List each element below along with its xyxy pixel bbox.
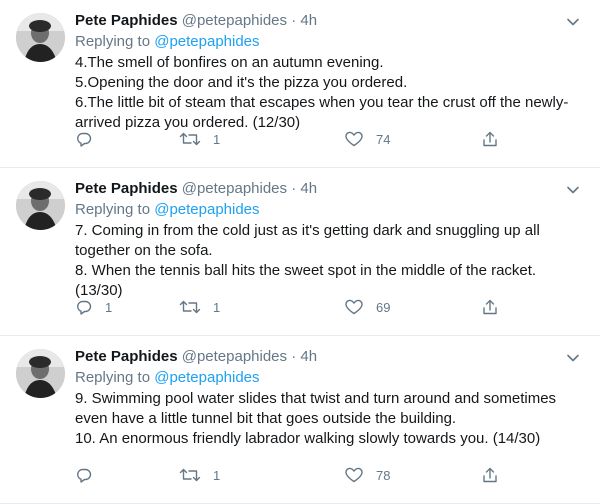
like-button[interactable]: 74 (344, 128, 390, 150)
author-handle[interactable]: @petepaphides (182, 180, 287, 197)
tweet[interactable]: Pete Paphides @petepaphides · 4h Replyin… (0, 0, 600, 168)
tweet-time[interactable]: 4h (300, 348, 317, 365)
tweet-text: 9. Swimming pool water slides that twist… (75, 389, 580, 449)
retweet-button[interactable]: 1 (179, 296, 220, 318)
chevron-down-icon[interactable] (564, 181, 582, 199)
tweet-line: 9. Swimming pool water slides that twist… (75, 390, 557, 427)
share-button[interactable] (481, 464, 499, 486)
tweet-time[interactable]: 4h (300, 12, 317, 29)
retweet-button[interactable]: 1 (179, 128, 220, 150)
tweet-line: 10. An enormous friendly labrador walkin… (75, 430, 541, 447)
avatar[interactable] (16, 181, 65, 230)
reply-icon (75, 298, 93, 316)
retweet-button[interactable]: 1 (179, 464, 220, 486)
tweet-line: 6.The little bit of steam that escapes w… (75, 94, 569, 131)
share-icon (481, 466, 499, 484)
author-name[interactable]: Pete Paphides (75, 12, 178, 29)
tweet-text: 7. Coming in from the cold just as it's … (75, 221, 580, 301)
avatar[interactable] (16, 349, 65, 398)
separator-dot: · (291, 12, 297, 29)
tweet-time[interactable]: 4h (300, 180, 317, 197)
share-icon (481, 130, 499, 148)
tweet[interactable]: Pete Paphides @petepaphides · 4h Replyin… (0, 168, 600, 336)
reply-icon (75, 466, 93, 484)
like-button[interactable]: 69 (344, 296, 390, 318)
like-count: 74 (376, 131, 391, 147)
retweet-count: 1 (213, 131, 221, 147)
tweet-line: 4.The smell of bonfires on an autumn eve… (75, 54, 384, 71)
retweet-icon (179, 466, 201, 484)
chevron-down-icon[interactable] (564, 13, 582, 31)
tweet-text: 4.The smell of bonfires on an autumn eve… (75, 53, 580, 133)
tweet[interactable]: Pete Paphides @petepaphides · 4h Replyin… (0, 336, 600, 504)
replying-to: Replying to @petepaphides (75, 200, 580, 220)
like-button[interactable]: 78 (344, 464, 390, 486)
reply-button[interactable] (75, 464, 105, 486)
replying-prefix: Replying to (75, 369, 151, 386)
like-count: 69 (376, 299, 391, 315)
retweet-icon (179, 130, 201, 148)
retweet-count: 1 (213, 467, 221, 483)
replying-to: Replying to @petepaphides (75, 32, 580, 52)
reply-icon (75, 130, 93, 148)
replying-to: Replying to @petepaphides (75, 368, 580, 388)
share-button[interactable] (481, 128, 499, 150)
heart-icon (344, 466, 364, 484)
replying-prefix: Replying to (75, 201, 151, 218)
author-handle[interactable]: @petepaphides (182, 12, 287, 29)
separator-dot: · (291, 348, 297, 365)
replying-to-link[interactable]: @petepaphides (154, 369, 259, 386)
retweet-count: 1 (213, 299, 221, 315)
chevron-down-icon[interactable] (564, 349, 582, 367)
share-icon (481, 298, 499, 316)
tweet-line: 7. Coming in from the cold just as it's … (75, 222, 540, 259)
tweet-actions: 1 1 69 (75, 296, 505, 318)
author-handle[interactable]: @petepaphides (182, 348, 287, 365)
reply-button[interactable] (75, 128, 105, 150)
heart-icon (344, 130, 364, 148)
reply-count: 1 (105, 299, 113, 315)
tweet-line: 8. When the tennis ball hits the sweet s… (75, 262, 537, 299)
separator-dot: · (291, 180, 297, 197)
author-name[interactable]: Pete Paphides (75, 180, 178, 197)
share-button[interactable] (481, 296, 499, 318)
reply-button[interactable]: 1 (75, 296, 112, 318)
author-name[interactable]: Pete Paphides (75, 348, 178, 365)
like-count: 78 (376, 467, 391, 483)
tweet-actions: 1 78 (75, 464, 505, 486)
replying-to-link[interactable]: @petepaphides (154, 201, 259, 218)
heart-icon (344, 298, 364, 316)
avatar[interactable] (16, 13, 65, 62)
tweet-line: 5.Opening the door and it's the pizza yo… (75, 74, 408, 91)
retweet-icon (179, 298, 201, 316)
replying-to-link[interactable]: @petepaphides (154, 33, 259, 50)
replying-prefix: Replying to (75, 33, 151, 50)
tweet-actions: 1 74 (75, 128, 505, 150)
